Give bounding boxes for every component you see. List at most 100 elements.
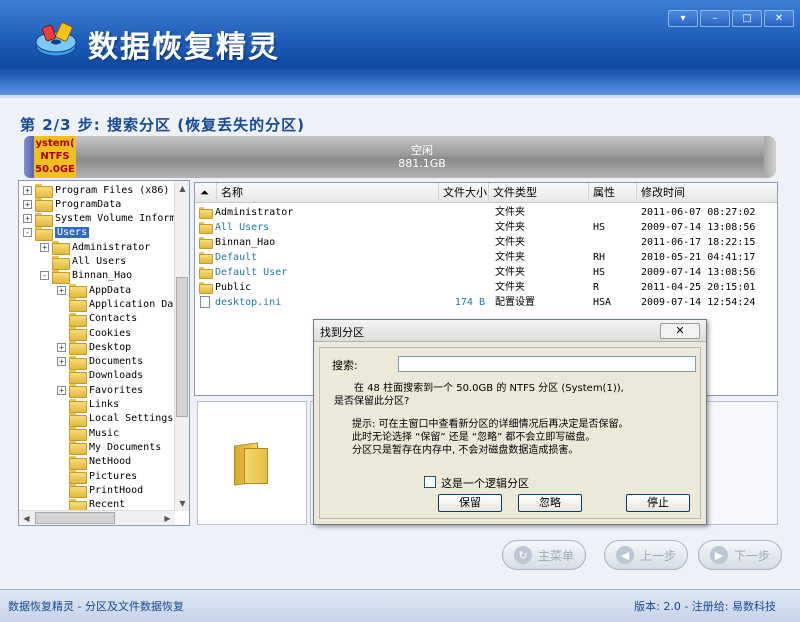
scroll-down-icon[interactable]: ▼ [175,496,189,511]
tree-node[interactable]: Contacts [57,312,137,327]
tree-node[interactable]: + Desktop [57,340,131,356]
tree-node[interactable]: Application Data [57,297,175,313]
ignore-button[interactable]: 忽略 [518,494,582,512]
tree-node-label[interactable]: Recent [89,499,125,510]
tree-node[interactable]: NetHood [57,455,131,470]
tree-node[interactable]: Pictures [57,469,137,484]
tree-node-label[interactable]: All Users [72,256,126,267]
column-size[interactable]: 文件大小 [439,183,489,203]
tree-node-label[interactable]: Favorites [89,385,143,396]
tree-node[interactable]: - Users [23,226,90,241]
close-button[interactable]: ✕ [764,10,794,27]
collapse-icon[interactable]: - [40,271,49,281]
tree-node[interactable]: + Documents [57,355,143,370]
tree-node-label[interactable]: Program Files (x86) [55,185,169,196]
file-name: All Users [215,222,270,233]
column-type[interactable]: 文件类型 [489,183,589,203]
tree-node-label[interactable]: Downloads [89,370,143,381]
window-menu-button[interactable]: ▾ [668,10,698,27]
scroll-left-icon[interactable]: ◀ [19,511,34,525]
tree-node-label[interactable]: Local Settings [89,413,173,424]
tree-node[interactable]: Local Settings [57,412,173,427]
tree-node[interactable]: + Administrator [40,240,150,256]
tree-node[interactable]: Recent [57,498,125,511]
tree-node-label[interactable]: My Documents [89,442,161,453]
collapse-icon[interactable]: - [23,228,32,238]
folder-icon [199,222,213,234]
tree-node[interactable]: + ProgramData [23,197,121,213]
expand-icon[interactable]: + [57,385,66,395]
folder-tree[interactable]: + Program Files (x86) + ProgramData + System … [18,180,190,526]
tree-node-label[interactable]: Binnan_Hao [72,270,132,281]
tree-node[interactable]: Cookies [57,326,131,341]
tree-node-label[interactable]: PrintHood [89,485,143,496]
logical-partition-label[interactable]: 这是一个逻辑分区 [441,475,529,491]
tree-vertical-scrollbar[interactable]: ▲ ▼ [174,181,189,511]
tree-node[interactable]: PrintHood [57,483,143,499]
tree-node[interactable]: Links [57,398,119,413]
free-space-segment[interactable]: 空闲 881.1GB [76,136,768,178]
tree-node[interactable]: + Favorites [57,383,143,399]
scroll-right-icon[interactable]: ▶ [160,511,175,525]
tree-node-label[interactable]: Documents [89,356,143,367]
file-attr [593,205,637,220]
file-row[interactable]: desktop.ini 174 B 配置设置 HSA 2009-07-14 12:54:… [195,295,777,310]
tree-node[interactable]: + System Volume Informati [23,212,175,227]
tree-node-label[interactable]: Music [89,428,119,439]
tree-node[interactable]: Music [57,426,119,442]
expand-icon[interactable]: + [57,342,66,352]
stop-button[interactable]: 停止 [626,494,690,512]
expand-icon[interactable]: + [40,242,49,252]
tree-node-label[interactable]: NetHood [89,456,131,467]
expand-icon[interactable]: + [57,357,66,367]
tree-horizontal-thumb[interactable] [35,512,115,524]
dialog-close-button[interactable]: ✕ [660,323,700,339]
file-row[interactable]: Default 文件夹 RH 2010-05-21 04:41:17 [195,250,777,265]
column-name[interactable]: 名称 [217,183,439,203]
maximize-button[interactable]: □ [732,10,762,27]
tree-node-label[interactable]: ProgramData [55,199,121,210]
tree-node-label[interactable]: AppData [89,285,131,296]
tree-node-label[interactable]: System Volume Informati [55,213,175,224]
arrow-left-icon: ◀ [615,546,634,564]
expand-icon[interactable]: + [23,199,32,209]
file-row[interactable]: Default User 文件夹 HS 2009-07-14 13:08:56 [195,265,777,280]
expand-icon[interactable]: + [23,214,32,224]
file-row[interactable]: All Users 文件夹 HS 2009-07-14 13:08:56 [195,220,777,235]
expand-icon[interactable]: + [23,185,32,195]
keep-button[interactable]: 保留 [438,494,502,512]
prev-step-button[interactable]: ◀ 上一步 [604,540,688,570]
minimize-button[interactable]: – [700,10,730,27]
tree-node[interactable]: Downloads [57,369,143,384]
logical-partition-checkbox[interactable] [424,476,436,488]
tree-node-label[interactable]: Users [55,227,90,239]
tree-node-label[interactable]: Application Data [89,299,175,310]
tree-node-label[interactable]: Pictures [89,471,137,482]
column-mtime[interactable]: 修改时间 [637,183,777,203]
tree-node-label[interactable]: Administrator [72,242,150,253]
sort-up-icon[interactable]: ⏶ [195,183,217,203]
main-menu-button[interactable]: ↻ 主菜单 [502,540,586,570]
tree-node[interactable]: My Documents [57,440,161,456]
search-field[interactable] [398,356,696,372]
next-step-button[interactable]: ▶ 下一步 [698,540,782,570]
file-row[interactable]: Administrator 文件夹 2011-06-07 08:27:02 [195,205,777,220]
file-row[interactable]: Binnan_Hao 文件夹 2011-06-17 18:22:15 [195,235,777,250]
tree-node[interactable]: - Binnan_Hao [40,269,132,284]
tree-node-label[interactable]: Links [89,399,119,410]
tree-node[interactable]: + Program Files (x86) [23,183,169,198]
expand-icon[interactable]: + [57,285,66,295]
tree-node[interactable]: + AppData [57,283,131,299]
tree-node[interactable]: All Users [40,255,126,270]
partition-segment[interactable]: ystem( NTFS 50.0GE [34,136,76,178]
scroll-up-icon[interactable]: ▲ [175,181,189,196]
column-attr[interactable]: 属性 [589,183,637,203]
tree-node-label[interactable]: Contacts [89,313,137,324]
file-row[interactable]: Public 文件夹 R 2011-04-25 20:15:01 [195,280,777,295]
file-name: Public [215,282,252,293]
tree-node-label[interactable]: Cookies [89,328,131,339]
tree-node-label[interactable]: Desktop [89,342,131,353]
folder-icon [35,226,53,241]
tree-horizontal-scrollbar[interactable]: ◀ ▶ [19,510,175,525]
tree-vertical-thumb[interactable] [176,277,188,417]
